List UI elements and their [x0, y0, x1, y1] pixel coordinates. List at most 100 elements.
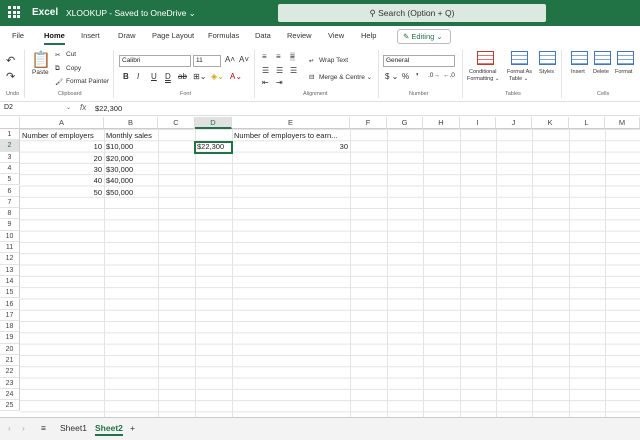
row-header[interactable]: 7	[0, 196, 20, 209]
row-header[interactable]: 14	[0, 275, 20, 288]
column-header[interactable]: J	[496, 117, 532, 129]
column-header[interactable]: L	[569, 117, 605, 129]
row-header[interactable]: 25	[0, 400, 20, 412]
scroll-left-icon[interactable]: ‹	[8, 423, 11, 433]
font-size-select[interactable]: 11	[193, 55, 221, 67]
format-painter-button[interactable]: Format Painter	[66, 78, 109, 85]
align-middle-icon[interactable]: ≡	[276, 52, 281, 61]
cell-b6[interactable]: $50,000	[104, 187, 158, 198]
format-cells-icon[interactable]	[617, 51, 634, 65]
column-header[interactable]: K	[532, 117, 569, 129]
tab-view[interactable]: View	[328, 31, 344, 40]
undo-icon[interactable]: ↶	[6, 54, 15, 67]
row-header[interactable]: 11	[0, 242, 20, 254]
decrease-indent-icon[interactable]: ⇤	[262, 78, 269, 87]
format-painter-icon[interactable]: 🖌	[55, 78, 63, 86]
conditional-formatting-button[interactable]: Conditional	[469, 69, 497, 75]
cell-a2[interactable]: 10	[20, 141, 104, 152]
select-all-corner[interactable]	[0, 117, 20, 129]
tab-help[interactable]: Help	[361, 31, 376, 40]
row-header[interactable]: 9	[0, 219, 20, 231]
cut-button[interactable]: Cut	[66, 51, 76, 58]
row-header[interactable]: 5	[0, 174, 20, 186]
delete-cells-button[interactable]: Delete	[593, 69, 609, 75]
merge-centre-button[interactable]: Merge & Centre ⌄	[319, 73, 372, 81]
row-header[interactable]: 1	[0, 129, 20, 141]
conditional-formatting-icon[interactable]	[477, 51, 494, 65]
name-box-dropdown-icon[interactable]: ⌄	[66, 104, 71, 111]
row-header[interactable]: 4	[0, 162, 20, 175]
row-header[interactable]: 17	[0, 309, 20, 322]
italic-icon[interactable]: I	[137, 72, 139, 81]
name-box[interactable]: D2	[4, 104, 13, 111]
comma-icon[interactable]: ❜	[416, 72, 419, 81]
sheet-tab-sheet1[interactable]: Sheet1	[60, 423, 87, 433]
row-header[interactable]: 2	[0, 140, 20, 152]
strikethrough-icon[interactable]: ab	[178, 72, 187, 81]
column-header[interactable]: I	[460, 117, 496, 129]
fx-icon[interactable]: fx	[80, 103, 86, 112]
row-header[interactable]: 24	[0, 388, 20, 401]
cell-styles-button[interactable]: Styles	[539, 69, 554, 75]
cell-b5[interactable]: $40,000	[104, 175, 158, 186]
cell-a5[interactable]: 40	[20, 175, 104, 186]
spreadsheet-grid[interactable]: A B C D E F G H I J K L M 1 2 3 4 5 6 7 8 9 10 11 1…	[0, 117, 640, 417]
column-header[interactable]: M	[605, 117, 640, 129]
conditional-formatting-dropdown[interactable]: Formatting ⌄	[467, 76, 499, 82]
column-header[interactable]: B	[104, 117, 158, 129]
tab-review[interactable]: Review	[287, 31, 312, 40]
align-left-icon[interactable]: ☰	[262, 66, 269, 75]
decrease-decimal-icon[interactable]: ←.0	[443, 72, 455, 79]
fill-color-icon[interactable]: ◈⌄	[211, 72, 224, 81]
row-header[interactable]: 18	[0, 321, 20, 333]
app-launcher-icon[interactable]	[8, 6, 20, 18]
format-as-table-icon[interactable]	[511, 51, 528, 65]
tab-data[interactable]: Data	[255, 31, 271, 40]
wrap-text-button[interactable]: Wrap Text	[319, 57, 348, 64]
cell-a6[interactable]: 50	[20, 187, 104, 198]
cell-b2[interactable]: $10,000	[104, 141, 158, 152]
decrease-font-icon[interactable]: A˅	[239, 55, 249, 64]
font-name-select[interactable]: Calibri	[119, 55, 191, 67]
cut-icon[interactable]: ✂	[55, 51, 60, 59]
all-sheets-icon[interactable]: ≡	[41, 423, 46, 433]
cell-b3[interactable]: $20,000	[104, 153, 158, 164]
merge-icon[interactable]: ⊟	[309, 73, 314, 81]
sheet-tab-sheet2[interactable]: Sheet2	[95, 423, 123, 436]
search-input[interactable]: ⚲ Search (Option + Q)	[278, 4, 546, 22]
column-header[interactable]: C	[158, 117, 195, 129]
row-header[interactable]: 10	[0, 230, 20, 242]
row-header[interactable]: 19	[0, 332, 20, 344]
formula-input[interactable]: $22,300	[95, 104, 122, 113]
row-header[interactable]: 21	[0, 355, 20, 367]
paste-button[interactable]: Paste	[32, 69, 49, 76]
number-format-select[interactable]: General	[383, 55, 455, 67]
column-header[interactable]: H	[423, 117, 460, 129]
align-center-icon[interactable]: ☰	[276, 66, 283, 75]
align-right-icon[interactable]: ☰	[290, 66, 297, 75]
increase-font-icon[interactable]: A˄	[225, 55, 235, 64]
column-header[interactable]: G	[387, 117, 423, 129]
cell-styles-icon[interactable]	[539, 51, 556, 65]
align-top-icon[interactable]: ≡	[262, 52, 267, 61]
insert-cells-button[interactable]: Insert	[571, 69, 585, 75]
format-cells-button[interactable]: Format	[615, 69, 632, 75]
tab-draw[interactable]: Draw	[118, 31, 136, 40]
align-bottom-icon[interactable]: ≡	[290, 52, 295, 61]
row-header[interactable]: 23	[0, 377, 20, 389]
row-header[interactable]: 13	[0, 264, 20, 276]
tab-home[interactable]: Home	[44, 31, 65, 45]
cell-b1[interactable]: Monthly sales	[104, 130, 158, 141]
cell-e1[interactable]: Number of employers to earn...	[232, 130, 350, 141]
cell-b4[interactable]: $30,000	[104, 164, 158, 175]
paste-icon[interactable]: 📋	[31, 50, 51, 70]
tab-file[interactable]: File	[12, 31, 24, 40]
tab-formulas[interactable]: Formulas	[208, 31, 239, 40]
underline-icon[interactable]: U	[151, 72, 157, 81]
borders-icon[interactable]: ⊞⌄	[193, 72, 206, 81]
row-header[interactable]: 16	[0, 298, 20, 310]
copy-button[interactable]: Copy	[66, 65, 81, 72]
bold-icon[interactable]: B	[123, 72, 129, 81]
cell-e2[interactable]: 30	[232, 141, 350, 152]
percent-icon[interactable]: %	[402, 72, 409, 81]
